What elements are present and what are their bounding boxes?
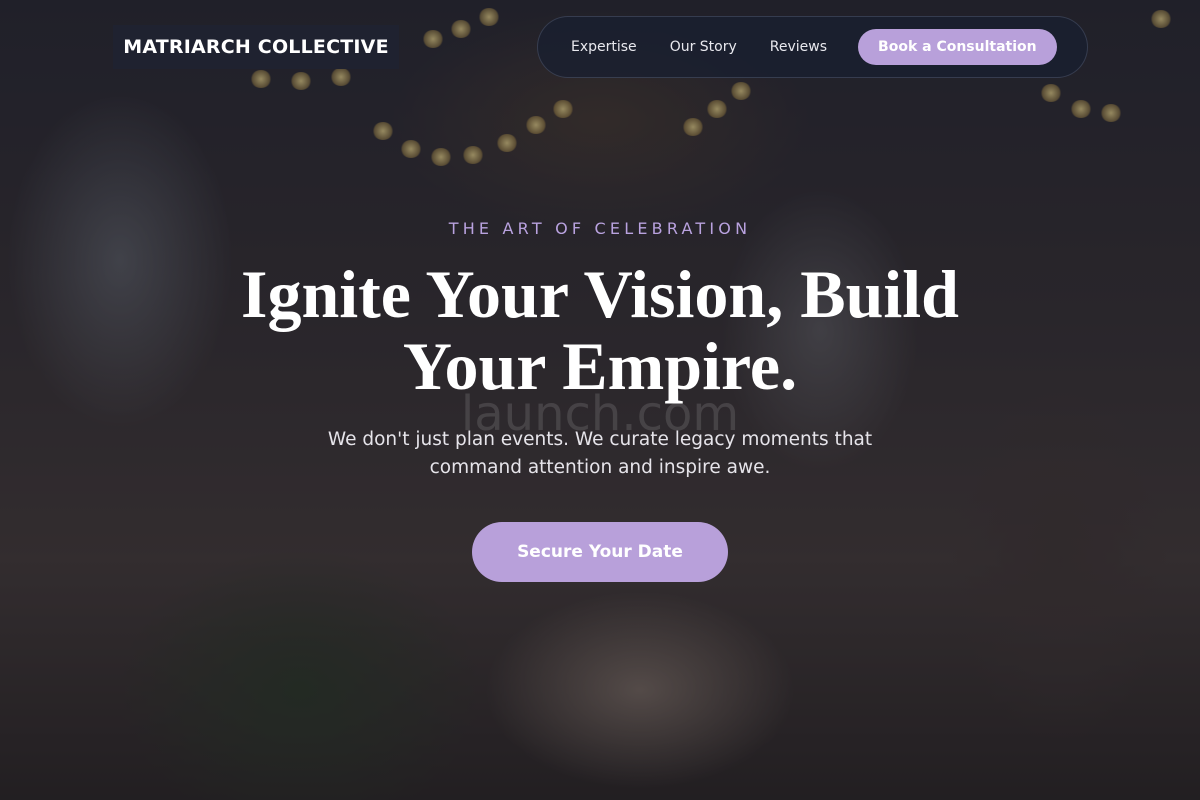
main-nav: Expertise Our Story Reviews Book a Consu… [537, 16, 1088, 78]
nav-link-expertise[interactable]: Expertise [571, 39, 637, 55]
book-consultation-button[interactable]: Book a Consultation [858, 29, 1057, 65]
secure-date-button[interactable]: Secure Your Date [472, 522, 728, 582]
nav-link-reviews[interactable]: Reviews [770, 39, 827, 55]
hero-eyebrow: THE ART OF CELEBRATION [448, 219, 752, 238]
nav-link-our-story[interactable]: Our Story [670, 39, 737, 55]
brand-logo[interactable]: MATRIARCH COLLECTIVE [113, 25, 399, 69]
hero-section: MATRIARCH COLLECTIVE Expertise Our Story… [0, 0, 1200, 800]
hero-headline: Ignite Your Vision, Build Your Empire. [240, 256, 960, 404]
hero-subtext: We don't just plan events. We curate leg… [327, 429, 873, 478]
